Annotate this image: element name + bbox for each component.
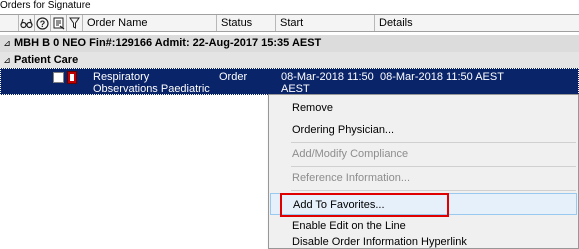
document-icon[interactable] xyxy=(50,15,66,31)
menu-item-disable-order-information-hyperlink[interactable]: Disable Order Information Hyperlink xyxy=(270,235,577,249)
menu-item-enable-edit-on-line[interactable]: Enable Edit on the Line xyxy=(270,215,577,237)
order-status: Order xyxy=(219,71,248,83)
column-header-details[interactable]: Details xyxy=(374,15,579,31)
menu-item-remove[interactable]: Remove xyxy=(270,97,577,119)
menu-item-add-modify-compliance[interactable]: Add/Modify Compliance xyxy=(270,143,577,165)
expand-toggle-icon[interactable]: ⊿ xyxy=(0,52,14,69)
care-group-row[interactable]: ⊿ Patient Care xyxy=(0,52,579,69)
menu-item-reference-information[interactable]: Reference Information... xyxy=(270,167,577,189)
svg-text:?: ? xyxy=(40,19,46,29)
care-group-label: Patient Care xyxy=(14,54,79,66)
filter-icon[interactable] xyxy=(66,15,82,31)
order-details: 08-Mar-2018 11:50 AEST xyxy=(380,71,504,83)
column-header-row: ? Order Name Status Start Details xyxy=(0,14,579,32)
patient-group-label: MBH B 0 NEO Fin#:129166 Admit: 22-Aug-20… xyxy=(14,37,322,49)
column-header-start[interactable]: Start xyxy=(275,15,374,31)
order-name-line2: Observations Paediatric xyxy=(93,83,210,95)
order-type-icon xyxy=(67,71,77,84)
menu-item-ordering-physician[interactable]: Ordering Physician... xyxy=(270,119,577,141)
patient-group-row[interactable]: ⊿ MBH B 0 NEO Fin#:129166 Admit: 22-Aug-2… xyxy=(0,35,579,52)
help-icon[interactable]: ? xyxy=(34,15,50,31)
expand-toggle-icon[interactable]: ⊿ xyxy=(0,35,14,52)
order-row[interactable]: Respiratory Observations Paediatric Orde… xyxy=(0,68,579,95)
menu-separator xyxy=(291,190,576,191)
column-header-status[interactable]: Status xyxy=(216,15,275,31)
context-menu: Remove Ordering Physician... Add/Modify … xyxy=(268,94,579,249)
panel-title: Orders for Signature xyxy=(0,0,91,11)
order-name-line1: Respiratory xyxy=(93,71,150,83)
order-checkbox[interactable] xyxy=(53,72,64,83)
column-header-order-name[interactable]: Order Name xyxy=(82,15,216,31)
order-start-line1: 08-Mar-2018 11:50 xyxy=(281,71,374,83)
menu-item-add-to-favorites[interactable]: Add To Favorites... xyxy=(270,193,577,215)
glasses-icon[interactable] xyxy=(18,15,34,31)
